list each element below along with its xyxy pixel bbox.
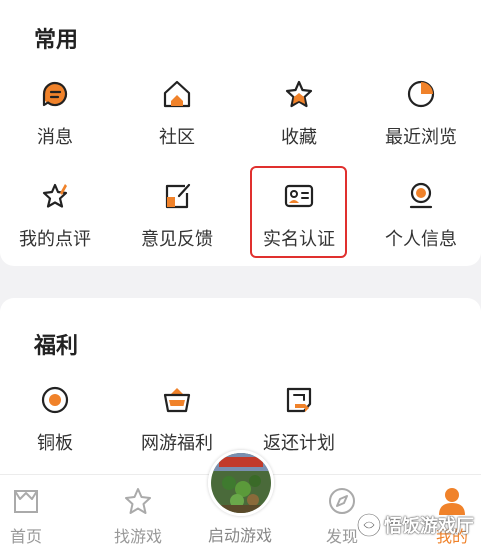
star-outline-icon — [125, 488, 151, 514]
grid-label-favorites: 收藏 — [281, 127, 317, 148]
tab-launch-game[interactable]: 启动游戏 — [198, 446, 282, 546]
game-cover-avatar — [208, 450, 274, 516]
tab-launch-game-label: 启动游戏 — [207, 526, 272, 545]
grid-label-copper-coins: 铜板 — [37, 433, 73, 454]
watermark-text: 悟饭游戏厅 — [384, 516, 474, 537]
grid-item-my-reviews[interactable]: 我的点评 — [0, 180, 110, 270]
grid-item-community[interactable]: 社区 — [122, 78, 232, 168]
common-section-title: 常用 — [34, 28, 79, 53]
recent-pie-icon — [407, 80, 435, 108]
welfare-section-title: 福利 — [34, 334, 79, 359]
grid-item-feedback[interactable]: 意见反馈 — [122, 180, 232, 270]
grid-label-recent: 最近浏览 — [385, 127, 457, 148]
grid-label-community: 社区 — [159, 127, 195, 148]
return-plan-icon — [286, 387, 312, 413]
profile-icon — [409, 182, 433, 209]
grid-item-real-name-auth[interactable]: 实名认证 — [244, 180, 354, 270]
home-shop-icon — [14, 490, 38, 513]
id-card-icon — [284, 184, 314, 208]
grid-item-copper-coins[interactable]: 铜板 — [0, 384, 110, 474]
tab-find-games-label: 找游戏 — [113, 527, 162, 546]
tab-home[interactable]: 首页 — [0, 475, 66, 547]
star-collect-icon — [285, 80, 313, 108]
star-review-icon — [42, 183, 68, 208]
grid-label-messages: 消息 — [37, 127, 73, 148]
tab-find-games[interactable]: 找游戏 — [98, 475, 178, 547]
gift-basket-icon — [163, 388, 191, 413]
grid-label-my-reviews: 我的点评 — [19, 229, 91, 250]
grid-item-personal-info[interactable]: 个人信息 — [366, 180, 476, 270]
watermark-logo-icon — [356, 512, 382, 538]
grid-item-messages[interactable]: 消息 — [0, 78, 110, 168]
grid-item-favorites[interactable]: 收藏 — [244, 78, 354, 168]
coin-icon — [41, 386, 69, 414]
tab-home-label: 首页 — [9, 527, 42, 546]
grid-label-real-name-auth: 实名认证 — [263, 229, 335, 250]
grid-label-feedback: 意见反馈 — [141, 229, 213, 250]
feedback-icon — [165, 183, 191, 209]
game-cover-image — [211, 453, 271, 513]
message-icon — [42, 81, 68, 107]
watermark: 悟饭游戏厅 — [352, 510, 478, 542]
grid-label-personal-info: 个人信息 — [385, 229, 457, 250]
home-community-icon — [163, 80, 191, 108]
grid-item-recent[interactable]: 最近浏览 — [366, 78, 476, 168]
